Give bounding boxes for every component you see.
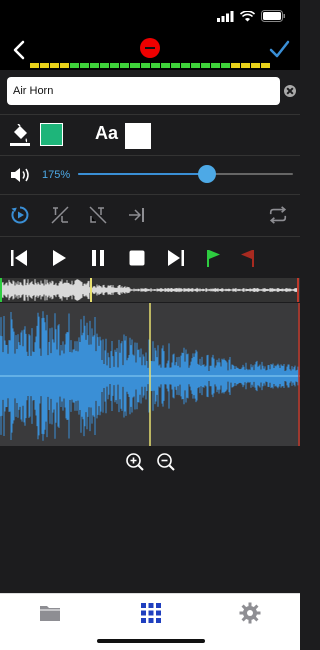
waveform-graphic — [0, 303, 300, 446]
end-marker-flag-icon[interactable] — [238, 249, 256, 267]
transport-row — [0, 237, 300, 277]
font-style-button[interactable]: Aa — [95, 123, 118, 144]
overview-waveform-graphic — [0, 278, 299, 302]
level-meter-segment — [100, 63, 110, 68]
level-meter-segment — [251, 63, 261, 68]
fade-out-icon[interactable] — [88, 205, 108, 225]
trim-end-icon[interactable] — [127, 205, 147, 225]
pause-icon[interactable] — [89, 249, 107, 267]
status-icons — [217, 10, 286, 22]
level-meter-segment — [170, 63, 180, 68]
waveform-editor[interactable] — [0, 303, 300, 446]
level-meter-segment — [150, 63, 160, 68]
replay-icon[interactable] — [10, 205, 30, 225]
gear-icon[interactable] — [239, 602, 261, 624]
tool-row — [0, 195, 300, 235]
level-meter-segment — [230, 63, 240, 68]
home-indicator — [97, 639, 205, 643]
folder-icon[interactable] — [39, 602, 61, 624]
play-icon[interactable] — [50, 249, 68, 267]
level-meter-segment — [130, 63, 140, 68]
level-meter-segment — [40, 63, 50, 68]
level-meter-segment — [240, 63, 251, 68]
zoom-controls — [0, 450, 300, 474]
level-meter-segment — [200, 63, 210, 68]
slider-fill — [78, 173, 207, 175]
record-icon[interactable] — [140, 38, 160, 58]
level-meter-segment — [160, 63, 170, 68]
overview-waveform[interactable] — [0, 278, 300, 302]
level-meter-segment — [120, 63, 130, 68]
checkmark-icon[interactable] — [268, 38, 290, 60]
skip-forward-icon[interactable] — [167, 249, 185, 267]
wifi-icon — [240, 10, 255, 21]
chevron-left-icon[interactable] — [10, 38, 30, 62]
level-meter-segment — [90, 63, 100, 68]
slider-thumb[interactable] — [198, 165, 216, 183]
speaker-icon — [11, 168, 29, 182]
level-meter — [30, 63, 271, 68]
clear-name-icon[interactable] — [284, 85, 296, 97]
signal-icon — [217, 10, 234, 22]
level-meter-segment — [261, 63, 271, 68]
level-meter-segment — [60, 63, 70, 68]
name-row: Air Horn — [0, 70, 300, 114]
skip-back-icon[interactable] — [10, 249, 28, 267]
level-meter-segment — [220, 63, 230, 68]
level-meter-segment — [140, 63, 150, 68]
volume-slider[interactable] — [78, 164, 293, 184]
zoom-out-icon[interactable] — [156, 452, 176, 472]
fade-in-icon[interactable] — [50, 205, 70, 225]
volume-value: 175% — [42, 169, 71, 181]
grid-icon[interactable] — [140, 602, 162, 624]
level-meter-segment — [210, 63, 220, 68]
nav-bar — [0, 34, 300, 70]
zoom-in-icon[interactable] — [125, 452, 145, 472]
level-meter-segment — [110, 63, 120, 68]
level-meter-segment — [80, 63, 90, 68]
level-meter-segment — [180, 63, 190, 68]
loop-icon[interactable] — [268, 205, 288, 225]
battery-icon — [261, 10, 285, 22]
stop-icon[interactable] — [128, 249, 146, 267]
sound-name-input[interactable]: Air Horn — [7, 77, 280, 105]
level-meter-segment — [70, 63, 80, 68]
fill-color-swatch[interactable] — [40, 123, 63, 146]
volume-row: 175% — [0, 156, 300, 194]
level-meter-segment — [50, 63, 60, 68]
text-color-swatch[interactable] — [125, 123, 151, 149]
paint-bucket-icon — [10, 124, 30, 146]
level-meter-segment — [190, 63, 200, 68]
start-marker-flag-icon[interactable] — [205, 249, 223, 267]
level-meter-segment — [30, 63, 40, 68]
style-row: Aa — [0, 115, 300, 155]
status-bar — [0, 0, 300, 34]
